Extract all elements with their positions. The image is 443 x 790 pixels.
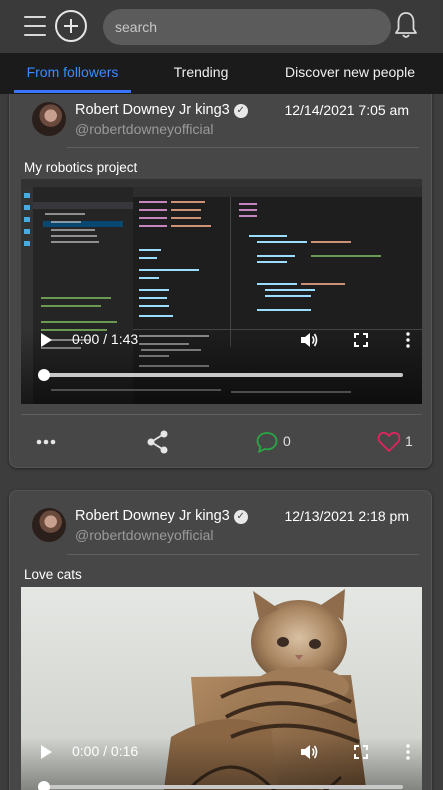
video-time: 0:00 / 0:16: [72, 743, 139, 759]
more-options-icon[interactable]: [36, 429, 56, 455]
video-player[interactable]: 0:00 / 0:16: [21, 587, 422, 790]
video-more-icon[interactable]: [406, 744, 410, 760]
play-icon[interactable]: [41, 745, 52, 759]
like-count: 1: [405, 433, 413, 449]
comment-count: 0: [283, 433, 291, 449]
fullscreen-icon[interactable]: [354, 333, 368, 347]
video-player[interactable]: 0:00 / 1:43: [21, 179, 422, 404]
play-icon[interactable]: [41, 333, 52, 347]
video-more-icon[interactable]: [406, 332, 410, 348]
verified-icon: ✓: [233, 510, 248, 524]
active-tab-indicator: [14, 90, 131, 93]
tab-trending[interactable]: Trending: [160, 53, 242, 94]
post-timestamp: 12/13/2021 2:18 pm: [284, 508, 409, 524]
feed-tabs: From followers Trending Discover new peo…: [0, 53, 443, 94]
avatar[interactable]: [32, 508, 66, 542]
bell-icon[interactable]: [393, 10, 419, 40]
menu-icon[interactable]: [24, 14, 46, 38]
author-handle: @robertdowneyofficial: [75, 527, 214, 543]
search-input[interactable]: [103, 9, 391, 45]
fullscreen-icon[interactable]: [354, 745, 368, 759]
verified-icon: ✓: [233, 104, 248, 118]
like-heart-icon[interactable]: [377, 429, 401, 455]
video-progress-knob[interactable]: [38, 781, 50, 790]
comment-icon[interactable]: [255, 429, 279, 455]
add-post-icon[interactable]: [55, 10, 87, 42]
actions-divider: [21, 414, 422, 415]
author-handle: @robertdowneyofficial: [75, 121, 214, 137]
video-time: 0:00 / 1:43: [72, 331, 139, 347]
volume-icon[interactable]: [300, 744, 318, 760]
post-caption: My robotics project: [24, 160, 138, 175]
volume-icon[interactable]: [300, 332, 318, 348]
video-controls: 0:00 / 0:16: [21, 734, 422, 770]
tab-from-followers[interactable]: From followers: [14, 53, 131, 94]
post-card: Robert Downey Jr king3 ✓ @robertdowneyoff…: [9, 490, 432, 790]
video-progress-bar[interactable]: [38, 781, 403, 790]
post-actions: 0 1: [10, 429, 433, 455]
video-progress-bar[interactable]: [38, 369, 403, 381]
post-timestamp: 12/14/2021 7:05 am: [284, 102, 409, 118]
post-card: Robert Downey Jr king3 ✓ @robertdowneyoff…: [9, 94, 432, 468]
post-feed[interactable]: Robert Downey Jr king3 ✓ @robertdowneyoff…: [0, 94, 443, 790]
author-name[interactable]: Robert Downey Jr king3 ✓: [75, 508, 248, 524]
video-progress-knob[interactable]: [38, 369, 50, 381]
author-name[interactable]: Robert Downey Jr king3 ✓: [75, 102, 248, 118]
post-caption: Love cats: [24, 567, 82, 582]
header-divider: [67, 554, 419, 555]
header-divider: [67, 147, 419, 148]
share-icon[interactable]: [146, 429, 170, 455]
tab-discover-new-people[interactable]: Discover new people: [278, 53, 422, 94]
avatar[interactable]: [32, 102, 66, 136]
video-controls: 0:00 / 1:43: [21, 322, 422, 358]
top-bar: [0, 0, 443, 53]
